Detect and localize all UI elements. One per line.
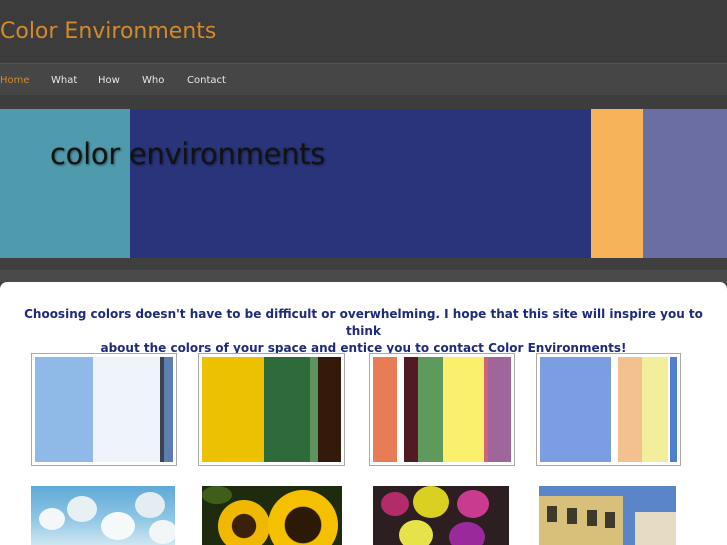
swatch — [264, 357, 310, 462]
banner-stripe-teal — [0, 109, 130, 258]
sunflower — [268, 490, 338, 545]
swatch — [373, 357, 397, 462]
building-facade-photo[interactable] — [539, 486, 676, 545]
building-wall — [635, 512, 676, 545]
site-title[interactable]: Color Environments — [0, 19, 216, 44]
banner-stripe-navy — [130, 109, 591, 258]
leaf — [202, 486, 232, 504]
swatch — [611, 357, 618, 462]
window — [547, 506, 557, 522]
swatch — [35, 357, 93, 462]
banner-heading: color environments — [50, 137, 326, 171]
blossom-cluster — [149, 520, 175, 544]
blossom-cluster — [67, 496, 97, 522]
swatch — [642, 357, 668, 462]
intro-line-1: Choosing colors doesn't have to be diffi… — [24, 307, 703, 338]
window — [567, 508, 577, 524]
swatch — [202, 357, 264, 462]
swatch — [418, 357, 443, 462]
dahlia — [399, 520, 433, 545]
swatch — [443, 357, 484, 462]
blossom-cluster — [39, 508, 65, 530]
window — [605, 512, 615, 528]
sunflower — [218, 500, 270, 545]
banner-stripe-orange — [591, 109, 643, 258]
palette-card-3[interactable] — [369, 353, 515, 466]
site-header: Color Environments — [0, 0, 727, 62]
main-navigation: Home What How Who Contact — [0, 63, 727, 95]
palette-card-2[interactable] — [198, 353, 345, 466]
dahlias-photo[interactable] — [373, 486, 509, 545]
swatch — [310, 357, 318, 462]
window — [587, 510, 597, 526]
dahlia — [457, 490, 489, 518]
swatch — [404, 357, 418, 462]
blossom-tree-photo[interactable] — [31, 486, 175, 545]
intro-text: Choosing colors doesn't have to be diffi… — [20, 306, 707, 357]
palette-swatches — [373, 357, 511, 462]
blossom-cluster — [135, 492, 165, 518]
nav-item-contact[interactable]: Contact — [187, 75, 226, 86]
banner-shadow-band — [0, 258, 727, 270]
swatch — [318, 357, 341, 462]
palette-card-1[interactable] — [31, 353, 177, 466]
sunflowers-photo[interactable] — [202, 486, 342, 545]
palette-swatches — [202, 357, 341, 462]
nav-item-who[interactable]: Who — [142, 75, 164, 86]
swatch — [93, 357, 160, 462]
dahlia — [413, 486, 449, 518]
hero-banner: color environments — [0, 109, 727, 258]
swatch — [397, 357, 404, 462]
swatch — [618, 357, 642, 462]
dahlia — [381, 492, 409, 516]
swatch — [540, 357, 611, 462]
nav-item-what[interactable]: What — [51, 75, 77, 86]
swatch — [670, 357, 677, 462]
nav-item-home[interactable]: Home — [0, 75, 30, 86]
palette-swatches — [35, 357, 173, 462]
palette-swatches — [540, 357, 677, 462]
banner-stripe-slate — [643, 109, 727, 258]
dahlia — [449, 522, 485, 545]
blossom-cluster — [101, 512, 135, 540]
nav-spacer — [0, 95, 727, 109]
swatch — [488, 357, 511, 462]
nav-item-how[interactable]: How — [98, 75, 120, 86]
content-top-band — [0, 270, 727, 282]
swatch — [164, 357, 173, 462]
main-content: Choosing colors doesn't have to be diffi… — [0, 282, 727, 545]
palette-card-4[interactable] — [536, 353, 681, 466]
